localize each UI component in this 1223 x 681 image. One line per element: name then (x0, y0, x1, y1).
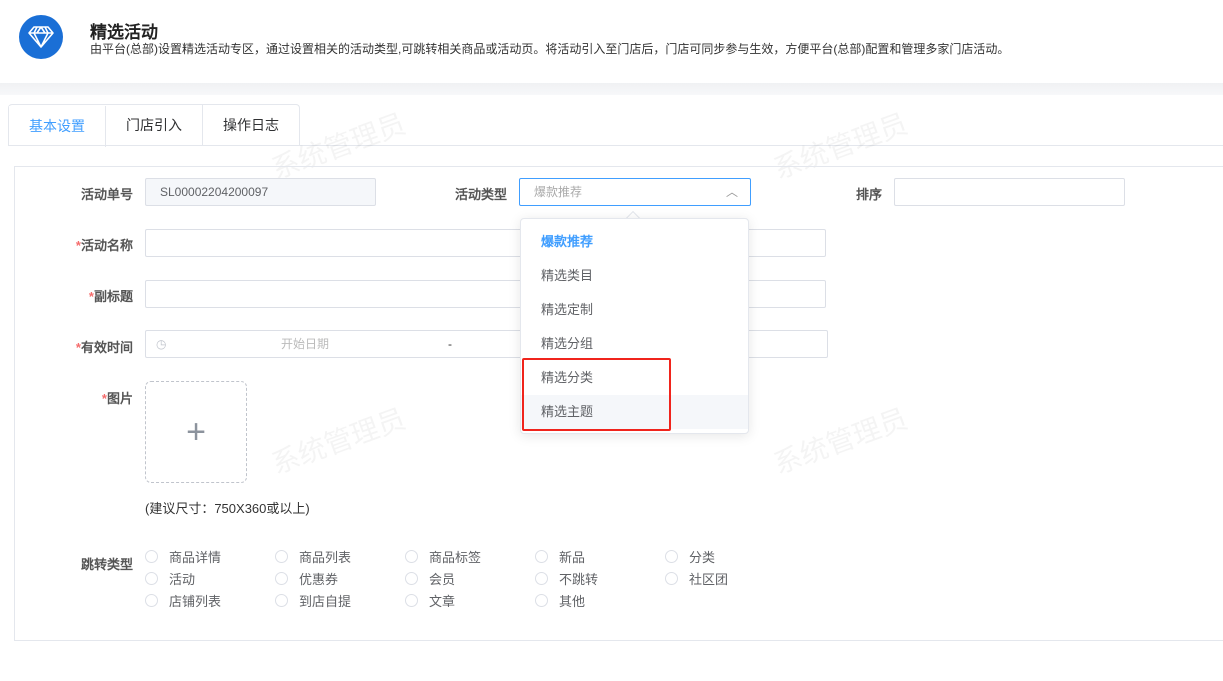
jump-type-radio[interactable]: 商品列表 (275, 547, 351, 566)
dropdown-option[interactable]: 爆款推荐 (521, 225, 748, 259)
radio-label: 文章 (429, 594, 456, 609)
radio-circle[interactable] (405, 572, 418, 585)
radio-label: 店铺列表 (169, 594, 222, 609)
jump-type-radio[interactable]: 商品标签 (405, 547, 481, 566)
page-header: 精选活动 由平台(总部)设置精选活动专区，通过设置相关的活动类型,可跳转相关商品… (0, 0, 1223, 83)
image-label: 图片 (13, 388, 133, 407)
jump-type-radio[interactable]: 到店自提 (275, 591, 351, 610)
radio-label: 会员 (429, 572, 456, 587)
tab-bar: 基本设置 门店引入 操作日志 (8, 104, 300, 147)
plus-icon: + (186, 412, 206, 451)
type-select[interactable]: 爆款推荐 ︿ (519, 178, 751, 206)
jump-type-radio[interactable]: 活动 (145, 569, 195, 588)
radio-circle[interactable] (275, 572, 288, 585)
jump-type-radio[interactable]: 不跳转 (535, 569, 598, 588)
radio-label: 社区团 (689, 572, 729, 587)
radio-label: 商品列表 (299, 550, 352, 565)
radio-circle[interactable] (275, 594, 288, 607)
date-separator: - (448, 337, 452, 351)
jump-type-radio[interactable]: 优惠券 (275, 569, 338, 588)
type-label: 活动类型 (454, 187, 507, 202)
radio-label: 商品标签 (429, 550, 482, 565)
radio-circle[interactable] (145, 594, 158, 607)
image-size-hint: (建议尺寸：750X360或以上) (145, 501, 310, 516)
radio-circle[interactable] (535, 572, 548, 585)
start-date-placeholder: 开始日期 (281, 337, 330, 351)
sort-input[interactable] (894, 178, 1125, 206)
chevron-up-icon: ︿ (725, 185, 738, 199)
highlight-annotation (522, 358, 671, 431)
tab-basic-settings[interactable]: 基本设置 (9, 106, 106, 147)
subtitle-label-text: 副标题 (93, 289, 133, 304)
jump-type-radio[interactable]: 分类 (665, 547, 715, 566)
jump-type-radio[interactable]: 文章 (405, 591, 455, 610)
jump-type-radio[interactable]: 商品详情 (145, 547, 221, 566)
dropdown-option[interactable]: 精选定制 (521, 293, 748, 327)
radio-circle[interactable] (535, 550, 548, 563)
clock-icon: ◷ (156, 337, 167, 351)
radio-circle[interactable] (275, 550, 288, 563)
tab-operation-log[interactable]: 操作日志 (203, 105, 299, 146)
radio-label: 不跳转 (559, 572, 599, 587)
tab-underline (8, 145, 1223, 146)
radio-circle[interactable] (145, 572, 158, 585)
radio-circle[interactable] (145, 550, 158, 563)
type-select-value: 爆款推荐 (534, 185, 583, 199)
jump-type-radio[interactable]: 其他 (535, 591, 585, 610)
radio-circle[interactable] (405, 550, 418, 563)
radio-circle[interactable] (665, 550, 678, 563)
radio-label: 优惠券 (299, 572, 339, 587)
jump-type-radio[interactable]: 社区团 (665, 569, 728, 588)
page-description: 由平台(总部)设置精选活动专区，通过设置相关的活动类型,可跳转相关商品或活动页。… (90, 42, 1010, 56)
jump-type-radio[interactable]: 会员 (405, 569, 455, 588)
dropdown-option[interactable]: 精选类目 (521, 259, 748, 293)
order-no-input[interactable]: SL00002204200097 (145, 178, 376, 206)
jump-type-radio[interactable]: 新品 (535, 547, 585, 566)
radio-label: 新品 (559, 550, 586, 565)
tab-store-import[interactable]: 门店引入 (106, 105, 203, 146)
time-label: 有效时间 (13, 337, 133, 356)
image-label-text: 图片 (106, 391, 133, 406)
radio-label: 到店自提 (299, 594, 352, 609)
name-label-text: 活动名称 (80, 238, 133, 253)
subtitle-label: 副标题 (13, 286, 133, 305)
radio-circle[interactable] (535, 594, 548, 607)
time-label-text: 有效时间 (80, 340, 133, 355)
radio-label: 商品详情 (169, 550, 222, 565)
divider-band (0, 83, 1223, 95)
name-label: 活动名称 (13, 235, 133, 254)
radio-label: 分类 (689, 550, 716, 565)
sort-label: 排序 (855, 187, 882, 202)
jump-type-label: 跳转类型 (80, 557, 133, 572)
order-no-label: 活动单号 (80, 187, 133, 202)
dropdown-option[interactable]: 精选分组 (521, 327, 748, 361)
radio-label: 活动 (169, 572, 196, 587)
radio-circle[interactable] (665, 572, 678, 585)
jump-type-radio[interactable]: 店铺列表 (145, 591, 221, 610)
radio-label: 其他 (559, 594, 586, 609)
diamond-icon (19, 15, 63, 59)
image-upload[interactable]: + (145, 381, 247, 483)
radio-circle[interactable] (405, 594, 418, 607)
